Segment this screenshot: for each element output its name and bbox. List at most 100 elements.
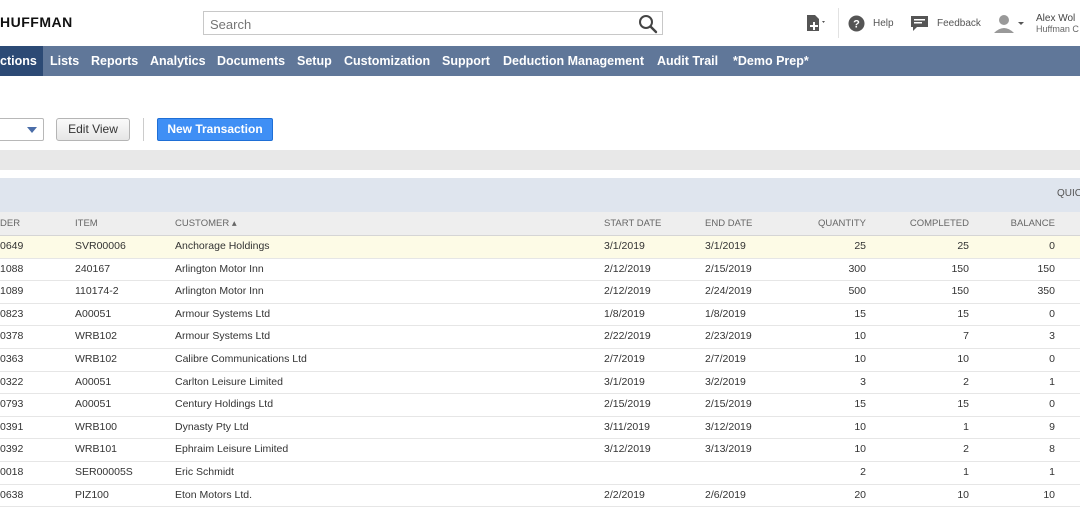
cell-order[interactable]: 0823: [0, 304, 23, 325]
cell-item[interactable]: PIZ100: [75, 485, 109, 506]
col-completed[interactable]: COMPLETED: [880, 212, 969, 235]
nav-customization[interactable]: Customization: [344, 46, 430, 76]
avatar-icon: [994, 15, 1024, 33]
nav-documents[interactable]: Documents: [217, 46, 285, 76]
cell-balance: 350: [1037, 285, 1055, 298]
cell-quantity: 15: [854, 398, 866, 411]
table-row[interactable]: 0391 WRB100 Dynasty Pty Ltd 3/11/2019 3/…: [0, 417, 1080, 440]
user-info[interactable]: Alex Wol Huffman C: [1036, 14, 1079, 35]
cell-customer[interactable]: Carlton Leisure Limited: [175, 372, 283, 393]
nav-demo-prep[interactable]: *Demo Prep*: [733, 46, 809, 76]
table-row[interactable]: 0649 SVR00006 Anchorage Holdings 3/1/201…: [0, 236, 1080, 259]
cell-start-date: 1/8/2019: [604, 307, 645, 320]
cell-customer[interactable]: Eric Schmidt: [175, 462, 234, 483]
cell-quantity: 25: [854, 240, 866, 252]
nav-transactions[interactable]: ctions: [0, 46, 43, 76]
table-row[interactable]: 0392 WRB101 Ephraim Leisure Limited 3/12…: [0, 439, 1080, 462]
cell-order[interactable]: 0322: [0, 372, 23, 393]
view-select[interactable]: [0, 118, 44, 141]
cell-item[interactable]: A00051: [75, 394, 111, 415]
cell-quantity: 10: [854, 443, 866, 456]
cell-customer[interactable]: Century Holdings Ltd: [175, 394, 273, 415]
cell-item[interactable]: WRB101: [75, 439, 117, 460]
quick-view-link[interactable]: QUIC: [1057, 188, 1080, 199]
table-row[interactable]: 0638 PIZ100 Eton Motors Ltd. 2/2/2019 2/…: [0, 485, 1080, 508]
user-menu[interactable]: [992, 0, 1026, 46]
cell-quantity: 15: [854, 307, 866, 320]
search-input[interactable]: [208, 14, 632, 34]
cell-item[interactable]: WRB102: [75, 349, 117, 370]
create-new-icon: [807, 15, 825, 31]
cell-order[interactable]: 0391: [0, 417, 23, 438]
cell-customer[interactable]: Calibre Communications Ltd: [175, 349, 307, 370]
cell-order[interactable]: 0392: [0, 439, 23, 460]
nav-deduction-management[interactable]: Deduction Management: [503, 46, 644, 76]
table-row[interactable]: 0322 A00051 Carlton Leisure Limited 3/1/…: [0, 372, 1080, 395]
col-item[interactable]: ITEM: [75, 212, 98, 235]
toolbar-divider: [143, 118, 144, 141]
cell-customer[interactable]: Armour Systems Ltd: [175, 326, 270, 347]
cell-end-date: 2/15/2019: [705, 262, 752, 275]
cell-balance: 0: [1049, 240, 1055, 252]
cell-item[interactable]: 240167: [75, 259, 110, 280]
col-customer[interactable]: CUSTOMER ▴: [175, 212, 237, 235]
nav-reports[interactable]: Reports: [91, 46, 138, 76]
global-search[interactable]: [203, 11, 663, 35]
table-row[interactable]: 1088 240167 Arlington Motor Inn 2/12/201…: [0, 259, 1080, 282]
col-quantity[interactable]: QUANTITY: [780, 212, 866, 235]
cell-customer[interactable]: Dynasty Pty Ltd: [175, 417, 249, 438]
company-logo[interactable]: HUFFMAN: [0, 14, 73, 30]
create-new-menu[interactable]: [804, 0, 828, 46]
cell-customer[interactable]: Anchorage Holdings: [175, 236, 270, 257]
nav-lists[interactable]: Lists: [50, 46, 79, 76]
col-end-date[interactable]: END DATE: [705, 212, 752, 235]
table-row[interactable]: 0018 SER00005S Eric Schmidt 2 1 1: [0, 462, 1080, 485]
cell-order[interactable]: 0363: [0, 349, 23, 370]
cell-order[interactable]: 0018: [0, 462, 23, 483]
cell-item[interactable]: WRB100: [75, 417, 117, 438]
table-row[interactable]: 1089 110174-2 Arlington Motor Inn 2/12/2…: [0, 281, 1080, 304]
cell-customer[interactable]: Arlington Motor Inn: [175, 281, 264, 302]
new-transaction-button[interactable]: New Transaction: [157, 118, 273, 141]
edit-view-button[interactable]: Edit View: [56, 118, 130, 141]
cell-item[interactable]: SVR00006: [75, 236, 126, 257]
cell-order[interactable]: 1088: [0, 259, 23, 280]
cell-item[interactable]: 110174-2: [75, 281, 119, 302]
cell-completed: 15: [957, 398, 969, 411]
table-row[interactable]: 0378 WRB102 Armour Systems Ltd 2/22/2019…: [0, 326, 1080, 349]
cell-item[interactable]: WRB102: [75, 326, 117, 347]
cell-item[interactable]: SER00005S: [75, 462, 133, 483]
filter-band: [0, 150, 1080, 170]
cell-item[interactable]: A00051: [75, 372, 111, 393]
nav-analytics[interactable]: Analytics: [150, 46, 206, 76]
col-start-date[interactable]: START DATE: [604, 212, 661, 235]
col-order[interactable]: DER: [0, 212, 20, 235]
nav-support[interactable]: Support: [442, 46, 490, 76]
cell-end-date: 2/7/2019: [705, 352, 746, 365]
nav-audit-trail[interactable]: Audit Trail: [657, 46, 718, 76]
cell-end-date: 3/12/2019: [705, 420, 752, 433]
cell-order[interactable]: 0378: [0, 326, 23, 347]
help-link[interactable]: ? Help: [848, 0, 894, 46]
cell-customer[interactable]: Ephraim Leisure Limited: [175, 439, 288, 460]
table-row[interactable]: 0363 WRB102 Calibre Communications Ltd 2…: [0, 349, 1080, 372]
cell-customer[interactable]: Armour Systems Ltd: [175, 304, 270, 325]
nav-setup[interactable]: Setup: [297, 46, 332, 76]
cell-order[interactable]: 0649: [0, 236, 23, 257]
cell-balance: 10: [1043, 488, 1055, 501]
cell-balance: 0: [1049, 398, 1055, 411]
feedback-link[interactable]: Feedback: [910, 0, 981, 46]
cell-item[interactable]: A00051: [75, 304, 111, 325]
search-icon[interactable]: [638, 14, 658, 34]
cell-customer[interactable]: Arlington Motor Inn: [175, 259, 264, 280]
cell-order[interactable]: 0638: [0, 485, 23, 506]
cell-start-date: 2/7/2019: [604, 352, 645, 365]
cell-order[interactable]: 1089: [0, 281, 23, 302]
cell-order[interactable]: 0793: [0, 394, 23, 415]
col-balance[interactable]: BALANCE: [990, 212, 1055, 235]
table-row[interactable]: 0823 A00051 Armour Systems Ltd 1/8/2019 …: [0, 304, 1080, 327]
cell-end-date: 3/1/2019: [705, 240, 746, 252]
cell-quantity: 10: [854, 330, 866, 343]
table-row[interactable]: 0793 A00051 Century Holdings Ltd 2/15/20…: [0, 394, 1080, 417]
cell-customer[interactable]: Eton Motors Ltd.: [175, 485, 252, 506]
